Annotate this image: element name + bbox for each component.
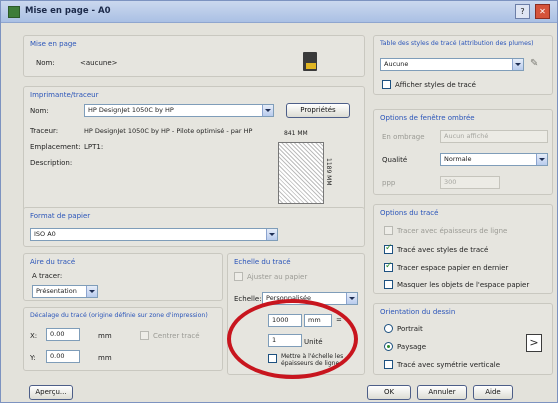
preview-width: 841 MM — [284, 130, 308, 137]
fit-paper-checkbox[interactable] — [234, 272, 243, 281]
orientation-preview-icon: > — [526, 334, 542, 352]
ombrage-label: En ombrage — [382, 133, 425, 141]
option-hide-objects-checkbox[interactable] — [384, 280, 393, 289]
option-paperspace-last-label: Tracer espace papier en dernier — [397, 264, 509, 272]
aire-title: Aire du tracé — [30, 258, 76, 266]
scale-lineweights-label: Mettre à l'échelle les épaisseurs de lig… — [281, 353, 344, 367]
option-plotstyles-checkbox[interactable] — [384, 243, 393, 254]
help-button[interactable]: Aide — [473, 385, 513, 400]
paysage-label: Paysage — [397, 343, 427, 351]
y-unit: mm — [98, 354, 112, 362]
echelle-group: Echelle du tracé Ajuster au papier Echel… — [227, 253, 365, 375]
center-plot-label: Centrer tracé — [153, 332, 200, 340]
option-hide-objects-label: Masquer les objets de l'espace papier — [397, 281, 530, 289]
dpi-input[interactable]: 300 — [440, 176, 500, 189]
styles-title: Table des styles de tracé (attribution d… — [380, 40, 534, 47]
page-setup-icon — [303, 52, 317, 71]
option-lineweights-label: Tracer avec épaisseurs de ligne — [397, 227, 508, 235]
paper-shape — [278, 142, 324, 204]
echelle-label: Echelle: — [234, 295, 262, 303]
window-title: Mise en page - A0 — [25, 6, 111, 16]
cancel-button[interactable]: Annuler — [417, 385, 467, 400]
upside-down-checkbox[interactable] — [384, 360, 393, 369]
mise-en-page-title: Mise en page — [30, 40, 77, 48]
nom-label: Nom: — [36, 59, 55, 67]
preview-button[interactable]: Aperçu... — [29, 385, 73, 400]
mise-en-page-group: Mise en page Nom: <aucune> — [23, 35, 365, 77]
orientation-group: Orientation du dessin Portrait Paysage T… — [373, 303, 553, 375]
options-title: Options du tracé — [380, 209, 439, 217]
y-offset-input[interactable]: 0.00 — [46, 350, 80, 363]
plot-area-select[interactable]: Présentation — [32, 285, 98, 298]
y-label: Y: — [30, 354, 36, 362]
ppp-label: ppp — [382, 179, 396, 187]
aire-group: Aire du tracé A tracer: Présentation — [23, 253, 223, 301]
help-icon[interactable]: ? — [515, 4, 530, 19]
fit-paper-label: Ajuster au papier — [247, 273, 308, 281]
options-group: Options du tracé Tracer avec épaisseurs … — [373, 204, 553, 294]
fenetre-title: Options de fenêtre ombrée — [380, 114, 475, 122]
unite-label: Unité — [304, 338, 323, 346]
option-plotstyles-label: Tracé avec styles de tracé — [397, 246, 489, 254]
printer-nom-label: Nom: — [30, 107, 49, 115]
center-plot-checkbox[interactable] — [140, 331, 149, 340]
scale-lineweights-checkbox[interactable] — [268, 354, 277, 363]
echelle-title: Echelle du tracé — [234, 258, 291, 266]
traceur-label: Traceur: — [30, 127, 59, 135]
portrait-label: Portrait — [397, 325, 423, 333]
show-styles-checkbox[interactable] — [382, 80, 391, 89]
nom-value: <aucune> — [80, 59, 118, 67]
paysage-radio[interactable] — [384, 342, 393, 351]
chevron-down-icon — [512, 59, 523, 70]
upside-down-label: Tracé avec symétrie verticale — [397, 361, 501, 369]
close-icon[interactable]: ✕ — [535, 4, 550, 19]
chevron-down-icon — [346, 293, 357, 304]
paper-format-select[interactable]: ISO A0 — [30, 228, 278, 241]
traceur-value: HP DesignJet 1050C by HP - Pilote optimi… — [84, 127, 253, 135]
show-styles-label: Afficher styles de tracé — [395, 81, 476, 89]
equals-sign: = — [336, 316, 342, 324]
x-unit: mm — [98, 332, 112, 340]
x-offset-input[interactable]: 0.00 — [46, 328, 80, 341]
title-bar: Mise en page - A0 ? ✕ — [1, 1, 557, 23]
quality-select[interactable]: Normale — [440, 153, 548, 166]
imprimante-title: Imprimante/traceur — [30, 91, 99, 99]
format-group: Format de papier ISO A0 — [23, 207, 365, 247]
a-tracer-label: A tracer: — [32, 272, 63, 280]
decalage-title: Décalage du tracé (origine définie sur z… — [30, 312, 208, 319]
description-label: Description: — [30, 159, 73, 167]
app-icon — [8, 6, 20, 18]
portrait-radio[interactable] — [384, 324, 393, 333]
option-paperspace-last-checkbox[interactable] — [384, 261, 393, 272]
edit-style-icon[interactable]: ✎ — [530, 58, 538, 69]
scale-value-input[interactable]: 1000 — [268, 314, 302, 327]
styles-group: Table des styles de tracé (attribution d… — [373, 35, 553, 95]
ok-button[interactable]: OK — [367, 385, 411, 400]
scale-unit-value-input[interactable]: 1 — [268, 334, 302, 347]
paper-preview: 841 MM 1189 MM — [274, 130, 350, 208]
properties-button[interactable]: Propriétés — [286, 103, 350, 118]
plot-style-select[interactable]: Aucune — [380, 58, 524, 71]
option-lineweights-checkbox[interactable] — [384, 226, 393, 235]
chevron-down-icon — [266, 229, 277, 240]
x-label: X: — [30, 332, 38, 340]
scale-unit-select[interactable]: mm — [304, 314, 332, 327]
decalage-group: Décalage du tracé (origine définie sur z… — [23, 307, 223, 371]
emplacement-value: LPT1: — [84, 143, 104, 151]
fenetre-group: Options de fenêtre ombrée En ombrage Auc… — [373, 109, 553, 195]
printer-select[interactable]: HP DesignJet 1050C by HP — [84, 104, 274, 117]
orientation-title: Orientation du dessin — [380, 308, 456, 316]
chevron-down-icon — [262, 105, 273, 116]
emplacement-label: Emplacement: — [30, 143, 81, 151]
chevron-down-icon — [86, 286, 97, 297]
format-title: Format de papier — [30, 212, 91, 220]
scale-select[interactable]: Personnalisée — [262, 292, 358, 305]
shade-mode-select[interactable]: Aucun affiché — [440, 130, 548, 143]
preview-height: 1189 MM — [325, 158, 332, 186]
page-setup-dialog: Mise en page - A0 ? ✕ Mise en page Nom: … — [0, 0, 558, 403]
qualite-label: Qualité — [382, 156, 408, 164]
chevron-down-icon — [536, 154, 547, 165]
